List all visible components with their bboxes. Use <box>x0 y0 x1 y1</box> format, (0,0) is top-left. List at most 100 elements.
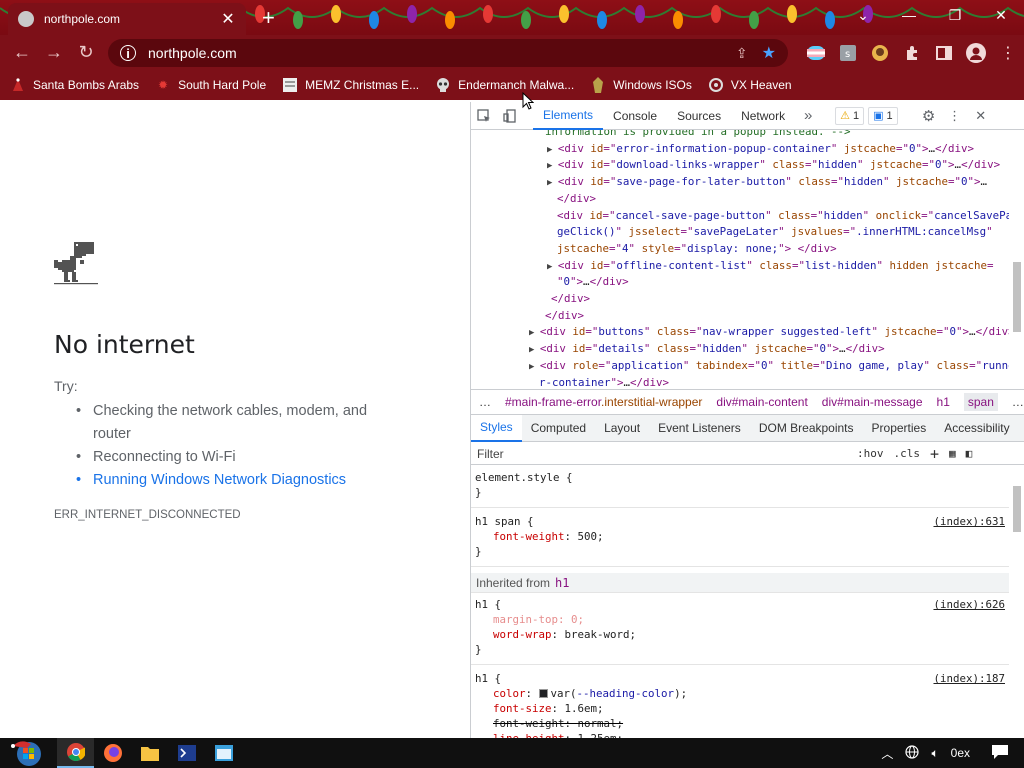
dom-node-line[interactable]: ▶ <div id="error-information-popup-conta… <box>547 141 974 159</box>
styles-tab[interactable]: Event Listeners <box>649 415 750 442</box>
styles-tab[interactable]: Layout <box>595 415 649 442</box>
paint-icon[interactable]: ▦ <box>949 447 956 460</box>
dom-node-line[interactable]: <div id="cancel-save-page-button" class=… <box>557 208 1009 225</box>
styles-filter-input[interactable] <box>477 446 847 461</box>
flag-extension-icon[interactable] <box>800 35 832 70</box>
dom-node-line[interactable]: ▶ <div id="save-page-for-later-button" c… <box>547 174 987 192</box>
extensions-puzzle-icon[interactable] <box>896 35 928 70</box>
expand-triangle-icon[interactable]: ▶ <box>547 161 558 171</box>
address-bar[interactable]: i northpole.com ⇪ ★ <box>108 39 788 67</box>
expand-triangle-icon[interactable]: ▶ <box>529 328 540 338</box>
styles-scrollbar[interactable] <box>1012 466 1022 738</box>
reload-button[interactable]: ↻ <box>70 37 102 69</box>
forward-button[interactable]: → <box>38 37 70 69</box>
css-declaration[interactable]: color: var(--heading-color); <box>493 686 687 701</box>
restore-button[interactable]: ❐ <box>932 0 978 30</box>
tab-close-icon[interactable]: ✕ <box>220 9 236 29</box>
rule-source-link[interactable]: (index):631 <box>933 514 1005 529</box>
dom-node-line[interactable]: </div> <box>551 291 590 308</box>
profile-avatar-icon[interactable] <box>960 35 992 70</box>
style-rule[interactable]: h1 { (index):187 color: var(--heading-colo… <box>471 671 1009 738</box>
dom-node-line[interactable]: r-container">…</div> <box>539 375 669 389</box>
tab-console[interactable]: Console <box>603 102 667 130</box>
breadcrumb-item[interactable]: div#main-message <box>822 395 923 409</box>
devtools-menu-icon[interactable]: ⋮ <box>942 102 968 130</box>
expand-triangle-icon[interactable]: ▶ <box>547 145 558 155</box>
rule-source-link[interactable]: (index):626 <box>933 597 1005 612</box>
rule-selector[interactable]: h1 { <box>475 671 501 686</box>
breadcrumb-item[interactable]: div#main-content <box>716 395 807 409</box>
network-diagnostics-link[interactable]: Running Windows Network Diagnostics <box>76 469 396 492</box>
expand-triangle-icon[interactable]: ▶ <box>547 262 558 272</box>
bookmark-item[interactable]: Santa Bombs Arabs <box>10 77 139 93</box>
breadcrumb-more[interactable]: … <box>1012 395 1024 409</box>
breadcrumb-item[interactable]: … <box>479 395 491 409</box>
color-swatch[interactable] <box>538 689 548 698</box>
rule-selector[interactable]: h1 { <box>475 597 501 612</box>
bookmark-item[interactable]: VX Heaven <box>708 77 792 93</box>
share-icon[interactable]: ⇪ <box>736 45 748 62</box>
css-declaration[interactable]: font-weight: normal; <box>493 716 623 731</box>
styles-tab[interactable]: Properties <box>863 415 936 442</box>
rule-source-link[interactable]: (index):187 <box>933 671 1005 686</box>
device-toolbar-icon[interactable] <box>497 102 523 130</box>
browser-tab[interactable]: northpole.com ✕ <box>8 3 246 35</box>
expand-triangle-icon[interactable]: ▶ <box>529 362 540 372</box>
breadcrumb-item[interactable]: #main-frame-error.interstitial-wrapper <box>505 395 702 409</box>
close-devtools-icon[interactable]: ✕ <box>968 102 994 130</box>
style-rule[interactable]: element.style {} <box>471 470 1009 508</box>
folder-icon[interactable] <box>131 738 168 768</box>
new-rule-button[interactable]: + <box>930 445 939 463</box>
new-tab-button[interactable]: + <box>262 5 275 31</box>
breadcrumb-item[interactable]: span <box>963 393 998 411</box>
bookmark-item[interactable]: Windows ISOs <box>590 77 692 93</box>
expand-triangle-icon[interactable]: ▶ <box>529 345 540 355</box>
rule-selector[interactable]: h1 span { <box>475 514 534 529</box>
close-button[interactable]: ✕ <box>978 0 1024 30</box>
tab-network[interactable]: Network <box>731 102 795 130</box>
tab-sources[interactable]: Sources <box>667 102 731 130</box>
back-button[interactable]: ← <box>6 37 38 69</box>
network-globe-icon[interactable] <box>905 744 920 762</box>
css-declaration[interactable]: margin-top: 0; <box>493 612 584 627</box>
css-declaration[interactable]: font-size: 1.6em; <box>493 701 604 716</box>
dom-node-line[interactable]: ▶ <div role="application" tabindex="0" t… <box>529 358 1009 376</box>
css-declaration[interactable]: line-height: 1.25em; <box>493 731 623 738</box>
styles-tab[interactable]: Styles <box>471 414 522 442</box>
expand-triangle-icon[interactable]: ▶ <box>547 178 558 188</box>
toggle-sidebar-icon[interactable]: ◧ <box>966 447 973 460</box>
s-extension-icon[interactable]: s <box>832 35 864 70</box>
tray-overflow-icon[interactable]: ︿ <box>881 745 893 762</box>
css-declaration[interactable]: word-wrap: break-word; <box>493 627 636 642</box>
tab-elements[interactable]: Elements <box>533 102 604 130</box>
warnings-badge[interactable]: ⚠ 1 <box>835 106 865 125</box>
rule-selector[interactable]: element.style { <box>475 470 573 485</box>
inspect-element-icon[interactable] <box>471 102 497 130</box>
style-rule[interactable]: h1 span {(index):631 font-weight: 500;} <box>471 514 1009 567</box>
style-rule[interactable]: h1 { (index):626 margin-top: 0; word-wrap: … <box>471 597 1009 665</box>
dom-tree[interactable]: information is provided in a popup inste… <box>471 130 1009 388</box>
styles-tab[interactable]: Computed <box>522 415 595 442</box>
styles-tab[interactable]: DOM Breakpoints <box>750 415 863 442</box>
dom-node-line[interactable]: "0">…</div> <box>557 274 629 291</box>
hov-toggle[interactable]: :hov <box>857 447 884 460</box>
breadcrumb-item[interactable]: h1 <box>937 395 950 409</box>
menu-kebab-icon[interactable]: ⋮ <box>992 35 1024 70</box>
styles-tab[interactable]: Accessibility <box>935 415 1018 442</box>
bookmark-item[interactable]: Endermanch Malwa... <box>435 77 574 93</box>
dom-node-line[interactable]: geClick()" jsselect="savePageLater" jsva… <box>557 224 993 241</box>
face-extension-icon[interactable] <box>864 35 896 70</box>
start-orb-icon[interactable] <box>8 738 45 768</box>
dom-node-line[interactable]: ▶ <div id="download-links-wrapper" class… <box>547 157 1000 175</box>
url-text[interactable]: northpole.com <box>148 45 736 61</box>
notifications-icon[interactable] <box>992 744 1008 762</box>
dom-node-line[interactable]: </div> <box>545 308 584 325</box>
bookmark-item[interactable]: MEMZ Christmas E... <box>282 77 419 93</box>
dom-node-line[interactable]: ▶ <div id="details" class="hidden" jstca… <box>529 341 885 359</box>
site-info-icon[interactable]: i <box>120 45 136 61</box>
dom-node-line[interactable]: </div> <box>557 191 596 208</box>
bookmark-item[interactable]: ✹ South Hard Pole <box>155 77 266 93</box>
dom-node-line[interactable]: ▶ <div id="offline-content-list" class="… <box>547 258 994 276</box>
settings-gear-icon[interactable]: ⚙ <box>916 102 942 130</box>
dom-node-line[interactable]: jstcache="4" style="display: none;"> </d… <box>557 241 837 258</box>
